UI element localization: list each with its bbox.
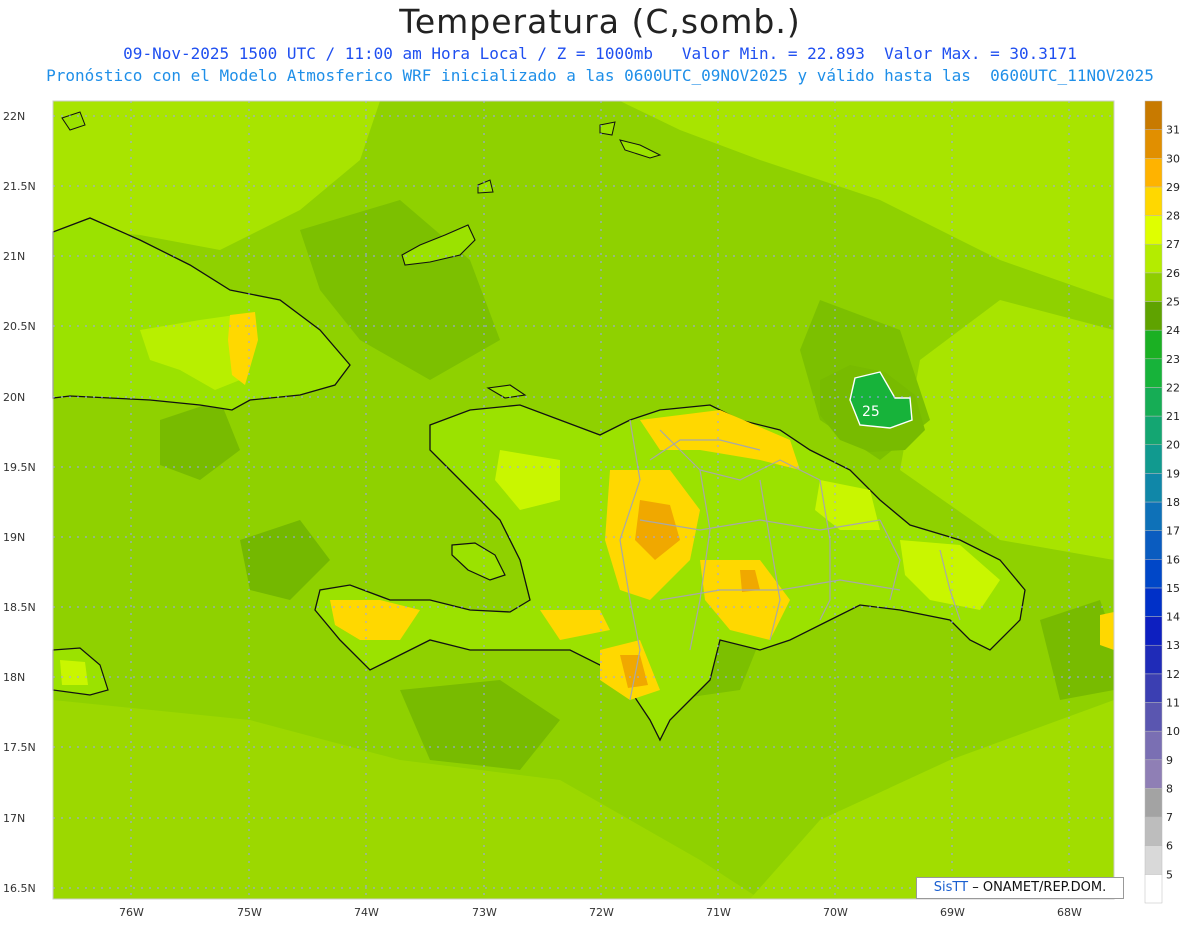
colorbar-swatch bbox=[1144, 730, 1163, 761]
colorbar-label: 25 bbox=[1166, 296, 1180, 309]
latitude-labels: 22N 21.5N 21N 20.5N 20N 19.5N 19N 18.5N … bbox=[3, 110, 36, 895]
colorbar-label: 31 bbox=[1166, 124, 1180, 137]
colorbar-swatch bbox=[1144, 587, 1163, 617]
colorbar-swatch bbox=[1144, 158, 1163, 188]
lat-label: 18N bbox=[3, 671, 25, 684]
credit-brand: SisTT bbox=[933, 880, 969, 895]
colorbar-label: 12 bbox=[1166, 668, 1180, 681]
colorbar-swatch bbox=[1144, 301, 1163, 331]
colorbar-swatch bbox=[1144, 644, 1163, 675]
jamaica-warm bbox=[60, 660, 88, 685]
colorbar-label: 16 bbox=[1166, 553, 1180, 566]
lon-label: 74W bbox=[354, 906, 379, 919]
puerto-rico-edge bbox=[1100, 612, 1114, 650]
colorbar-swatch bbox=[1144, 473, 1163, 503]
lon-label: 75W bbox=[237, 906, 262, 919]
colorbar-label: 22 bbox=[1166, 381, 1180, 394]
colorbar-label: 5 bbox=[1166, 868, 1173, 881]
colorbar-label: 15 bbox=[1166, 582, 1180, 595]
colorbar-label: 27 bbox=[1166, 238, 1180, 251]
colorbar-label: 7 bbox=[1166, 811, 1173, 824]
colorbar-label: 29 bbox=[1166, 181, 1180, 194]
colorbar-swatch bbox=[1144, 501, 1163, 531]
lon-label: 71W bbox=[706, 906, 731, 919]
colorbar-swatch bbox=[1144, 243, 1163, 274]
colorbar-label: 10 bbox=[1166, 725, 1180, 738]
lat-label: 19.5N bbox=[3, 461, 36, 474]
colorbar-label: 13 bbox=[1166, 639, 1180, 652]
colorbar-swatch bbox=[1144, 845, 1163, 875]
colorbar-swatch bbox=[1144, 272, 1163, 302]
contour-label: 25 bbox=[862, 404, 880, 420]
lat-label: 17.5N bbox=[3, 741, 36, 754]
colorbar-label: 26 bbox=[1166, 267, 1180, 280]
lat-label: 16.5N bbox=[3, 882, 36, 895]
colorbar-label: 18 bbox=[1166, 496, 1180, 509]
colorbar-swatch bbox=[1144, 759, 1163, 789]
colorbar-label: 19 bbox=[1166, 467, 1180, 480]
lat-label: 21N bbox=[3, 250, 25, 263]
colorbar-label: 28 bbox=[1166, 210, 1180, 223]
lon-label: 69W bbox=[940, 906, 965, 919]
colorbar-swatch bbox=[1144, 788, 1163, 818]
colorbar-swatch bbox=[1144, 874, 1163, 904]
colorbar-swatch bbox=[1144, 616, 1163, 646]
lon-label: 73W bbox=[472, 906, 497, 919]
colorbar-swatch bbox=[1144, 816, 1163, 846]
colorbar-label: 21 bbox=[1166, 410, 1180, 423]
colorbar-swatch bbox=[1144, 358, 1163, 388]
colorbar-swatch bbox=[1144, 215, 1163, 245]
colorbar-label: 6 bbox=[1166, 840, 1173, 853]
colorbar-label: 11 bbox=[1166, 697, 1180, 710]
lat-label: 21.5N bbox=[3, 180, 36, 193]
colorbar-swatch bbox=[1144, 186, 1163, 216]
colorbar-swatch bbox=[1144, 444, 1163, 474]
temperature-map: 25 22N 21.5N 21N 20.5N 20N 19.5N 19N 18.… bbox=[3, 100, 1180, 919]
colorbar-swatch bbox=[1144, 129, 1163, 159]
colorbar-swatch bbox=[1144, 415, 1163, 445]
lat-label: 19N bbox=[3, 531, 25, 544]
lat-label: 18.5N bbox=[3, 601, 36, 614]
colorbar-swatch bbox=[1144, 559, 1163, 589]
credit-text: – ONAMET/REP.DOM. bbox=[972, 880, 1107, 895]
colorbar-label: 17 bbox=[1166, 525, 1180, 538]
colorbar: 5 6 7 8 9 10 11 12 13 14 15 16 17 18 19 20 21 22 23 24 25 26 2… bbox=[1144, 100, 1180, 904]
colorbar-swatch bbox=[1144, 387, 1163, 417]
lon-label: 76W bbox=[119, 906, 144, 919]
lat-label: 20.5N bbox=[3, 320, 36, 333]
credit-box: SisTT – ONAMET/REP.DOM. bbox=[916, 877, 1124, 899]
longitude-labels: 76W 75W 74W 73W 72W 71W 70W 69W 68W bbox=[119, 906, 1082, 919]
colorbar-swatch bbox=[1144, 530, 1163, 560]
lat-label: 22N bbox=[3, 110, 25, 123]
colorbar-label: 20 bbox=[1166, 439, 1180, 452]
colorbar-swatch bbox=[1144, 702, 1163, 732]
lat-label: 20N bbox=[3, 391, 25, 404]
lon-label: 68W bbox=[1057, 906, 1082, 919]
lat-label: 17N bbox=[3, 812, 25, 825]
colorbar-label: 9 bbox=[1166, 754, 1173, 767]
lon-label: 72W bbox=[589, 906, 614, 919]
colorbar-swatch bbox=[1144, 100, 1163, 130]
colorbar-label: 14 bbox=[1166, 611, 1180, 624]
lon-label: 70W bbox=[823, 906, 848, 919]
colorbar-label: 8 bbox=[1166, 782, 1173, 795]
colorbar-label: 23 bbox=[1166, 353, 1180, 366]
colorbar-label: 24 bbox=[1166, 324, 1180, 337]
colorbar-swatch bbox=[1144, 673, 1163, 703]
colorbar-label: 30 bbox=[1166, 152, 1180, 165]
colorbar-swatch bbox=[1144, 329, 1163, 360]
